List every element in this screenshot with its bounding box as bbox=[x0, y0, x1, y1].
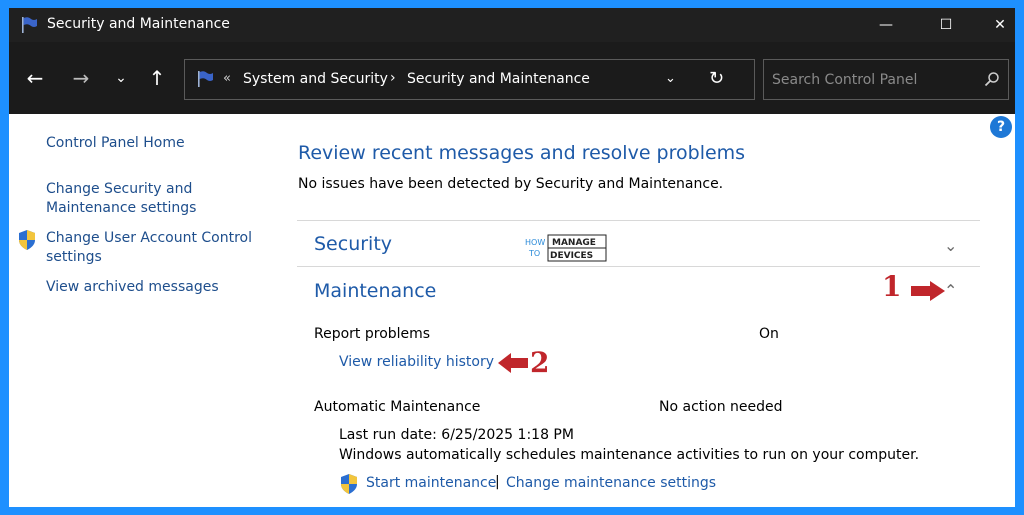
logo-devices-text: DEVICES bbox=[550, 251, 593, 261]
chevron-down-icon[interactable]: ⌄ bbox=[944, 236, 957, 255]
refresh-icon[interactable]: ↻ bbox=[709, 68, 724, 89]
maximize-button[interactable]: ☐ bbox=[923, 8, 969, 42]
automatic-maintenance-label: Automatic Maintenance bbox=[314, 399, 481, 415]
report-problems-status: On bbox=[759, 326, 779, 342]
help-icon: ? bbox=[996, 119, 1006, 135]
change-maintenance-settings-link[interactable]: Change maintenance settings bbox=[506, 475, 716, 491]
flag-icon bbox=[198, 71, 213, 87]
how-to-manage-devices-logo: HOW TO MANAGE DEVICES bbox=[525, 234, 607, 262]
view-reliability-history-link[interactable]: View reliability history bbox=[339, 354, 494, 370]
divider bbox=[297, 266, 980, 267]
flag-icon bbox=[22, 17, 37, 33]
search-input[interactable] bbox=[772, 68, 972, 92]
annotation-number-1: 1 bbox=[882, 270, 902, 303]
address-overflow-chevron[interactable]: « bbox=[223, 71, 231, 86]
arrow-up-icon: ↑ bbox=[148, 66, 166, 90]
close-button[interactable]: ✕ bbox=[977, 8, 1015, 42]
automatic-maintenance-status: No action needed bbox=[659, 399, 783, 415]
logo-how-text: HOW bbox=[525, 238, 545, 247]
title-bar: Security and Maintenance — ☐ ✕ bbox=[9, 8, 1015, 42]
breadcrumb-system-and-security[interactable]: System and Security bbox=[243, 71, 388, 87]
maintenance-section-header[interactable]: Maintenance bbox=[314, 280, 436, 302]
security-section-header[interactable]: Security bbox=[314, 233, 392, 255]
arrow-right-icon: → bbox=[72, 66, 90, 90]
view-archived-messages-link[interactable]: View archived messages bbox=[46, 278, 219, 297]
address-bar[interactable]: « System and Security › Security and Mai… bbox=[184, 59, 755, 100]
navigation-bar: ← → ⌄ ↑ « System and Security › Security… bbox=[9, 42, 1015, 114]
help-button[interactable]: ? bbox=[990, 116, 1012, 138]
change-security-settings-link[interactable]: Change Security and Maintenance settings bbox=[46, 180, 216, 218]
maintenance-description: Windows automatically schedules maintena… bbox=[339, 447, 920, 463]
last-run-date: Last run date: 6/25/2025 1:18 PM bbox=[339, 427, 574, 443]
recent-locations-button[interactable]: ⌄ bbox=[107, 64, 135, 92]
logo-manage-text: MANAGE bbox=[552, 238, 596, 248]
forward-button[interactable]: → bbox=[67, 64, 95, 92]
close-icon: ✕ bbox=[994, 17, 1006, 33]
annotation-number-2: 2 bbox=[530, 346, 550, 379]
control-panel-home-link[interactable]: Control Panel Home bbox=[46, 134, 185, 153]
arrow-left-icon: ← bbox=[26, 66, 44, 90]
chevron-up-icon[interactable]: ⌃ bbox=[944, 281, 957, 300]
shield-icon bbox=[341, 474, 357, 494]
address-dropdown-icon[interactable]: ⌄ bbox=[665, 71, 676, 86]
change-uac-settings-link[interactable]: Change User Account Control settings bbox=[46, 229, 261, 267]
window: Security and Maintenance — ☐ ✕ ← → ⌄ ↑ «… bbox=[9, 8, 1015, 507]
search-icon[interactable] bbox=[984, 71, 1000, 87]
chevron-down-icon: ⌄ bbox=[115, 70, 127, 86]
status-message: No issues have been detected by Security… bbox=[298, 176, 724, 192]
start-maintenance-link[interactable]: Start maintenance bbox=[366, 475, 496, 491]
link-separator: | bbox=[495, 474, 500, 490]
up-button[interactable]: ↑ bbox=[143, 64, 171, 92]
breadcrumb-separator[interactable]: › bbox=[390, 70, 396, 86]
shield-icon bbox=[19, 230, 35, 250]
report-problems-label: Report problems bbox=[314, 326, 431, 342]
logo-to-text: TO bbox=[528, 249, 540, 258]
annotation-arrow-right-icon bbox=[911, 281, 945, 301]
minimize-icon: — bbox=[879, 17, 893, 33]
annotation-arrow-left-icon bbox=[498, 353, 528, 373]
minimize-button[interactable]: — bbox=[863, 8, 909, 42]
page-title: Review recent messages and resolve probl… bbox=[298, 142, 746, 164]
window-title: Security and Maintenance bbox=[47, 16, 230, 32]
breadcrumb-security-and-maintenance[interactable]: Security and Maintenance bbox=[407, 71, 590, 87]
search-box[interactable] bbox=[763, 59, 1009, 100]
divider bbox=[297, 220, 980, 221]
back-button[interactable]: ← bbox=[21, 64, 49, 92]
maximize-icon: ☐ bbox=[939, 17, 953, 33]
